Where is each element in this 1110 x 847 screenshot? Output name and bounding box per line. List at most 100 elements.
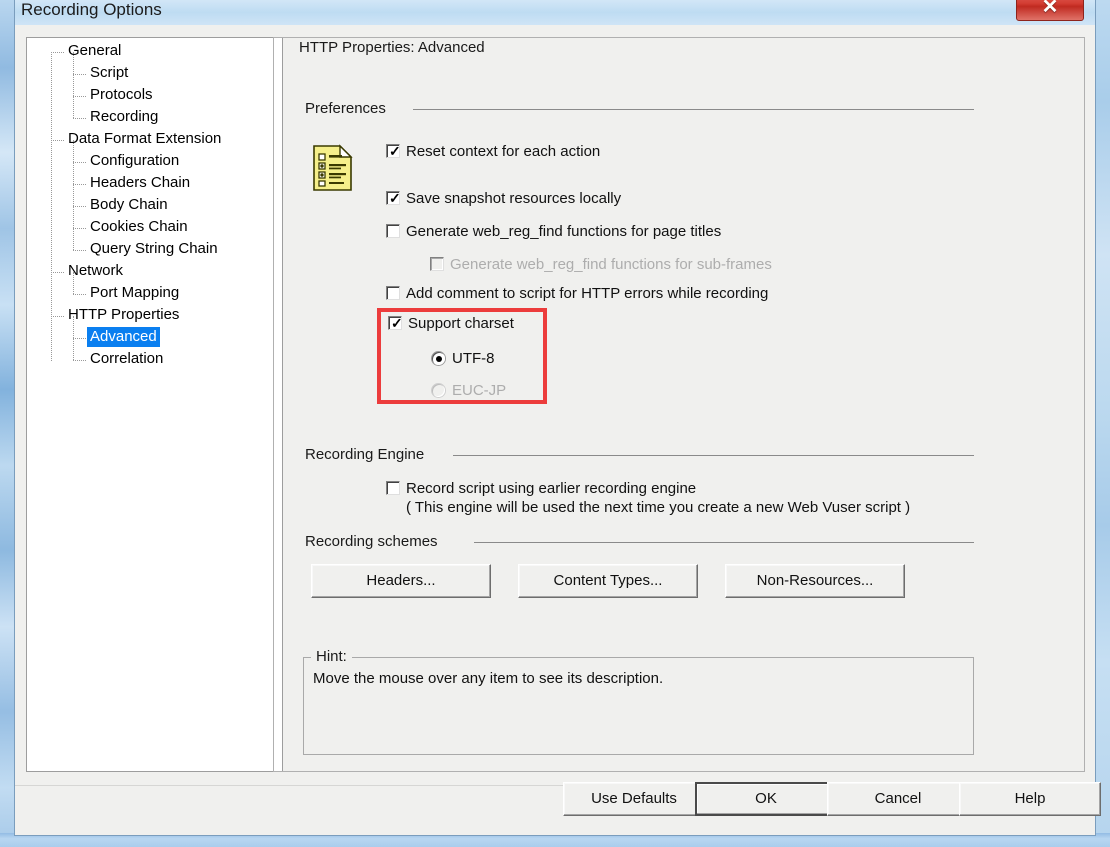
- checkbox-row-add-comment-http-errors[interactable]: Add comment to script for HTTP errors wh…: [386, 285, 768, 302]
- group-legend: HTTP Properties: Advanced: [294, 39, 490, 56]
- checkbox-generate-sub-frames: [430, 257, 444, 271]
- checkbox-row-generate-sub-frames: Generate web_reg_find functions for sub-…: [430, 256, 772, 273]
- recording-options-dialog: Recording Options ✕ General Script Protoco…: [14, 0, 1101, 836]
- checkbox-save-snapshot[interactable]: ✓: [386, 190, 401, 206]
- tree-branch-guide: [73, 338, 86, 339]
- tree-branch-guide: [73, 250, 86, 251]
- sidebar-item-network[interactable]: Network: [65, 261, 126, 281]
- sidebar-item-label: Query String Chain: [90, 240, 218, 257]
- tree-branch-guide: [73, 294, 86, 295]
- sidebar-item-http-properties[interactable]: HTTP Properties: [65, 305, 182, 325]
- tree-branch-guide: [73, 162, 86, 163]
- checkbox-label-earlier-engine: Record script using earlier recording en…: [406, 480, 697, 497]
- sidebar-item-label: Protocols: [90, 86, 153, 103]
- sidebar-item-label: Advanced: [90, 328, 157, 345]
- tree-branch-guide: [73, 184, 86, 185]
- tree-branch-guide: [73, 228, 86, 229]
- recording-schemes-rule: [474, 542, 974, 543]
- tree-branch-guide: [51, 52, 64, 53]
- tree-trunk-guide: [51, 52, 52, 361]
- recording-schemes-section-label: Recording schemes: [305, 533, 438, 550]
- checkbox-add-comment-http-errors[interactable]: [386, 286, 400, 300]
- non-resources-button[interactable]: Non-Resources...: [725, 564, 905, 598]
- sidebar-item-label: Port Mapping: [90, 284, 180, 301]
- tree-child-guide: [73, 206, 74, 228]
- checkbox-label-save-snapshot: Save snapshot resources locally: [406, 190, 622, 207]
- tree-child-guide: [73, 52, 74, 74]
- checkbox-row-earlier-engine[interactable]: Record script using earlier recording en…: [386, 480, 696, 497]
- check-mark-icon: ✓: [389, 190, 401, 206]
- checkbox-earlier-engine[interactable]: [386, 481, 400, 495]
- checkbox-label-generate-sub-frames: Generate web_reg_find functions for sub-…: [450, 256, 772, 273]
- sidebar-item-label: Headers Chain: [90, 174, 191, 191]
- tree-branch-guide: [73, 360, 86, 361]
- sidebar-item-label: Body Chain: [90, 196, 168, 213]
- recording-engine-rule: [453, 455, 974, 456]
- sidebar-item-advanced[interactable]: Advanced: [87, 327, 160, 347]
- background-left-strip: [0, 0, 14, 847]
- check-mark-icon: ✓: [389, 143, 401, 159]
- tree-child-guide: [73, 316, 74, 338]
- sidebar-item-label: Data Format Extension: [68, 130, 222, 147]
- sidebar-item-label: HTTP Properties: [68, 306, 180, 323]
- ok-button[interactable]: OK: [695, 782, 837, 816]
- preferences-rule: [413, 109, 974, 110]
- sidebar-item-body-chain[interactable]: Body Chain: [87, 195, 171, 215]
- tree-branch-guide: [51, 316, 64, 317]
- title-bar: Recording Options: [15, 0, 1095, 25]
- sidebar-item-query-string-chain[interactable]: Query String Chain: [87, 239, 221, 259]
- sidebar-item-script[interactable]: Script: [87, 63, 131, 83]
- sidebar-item-headers-chain[interactable]: Headers Chain: [87, 173, 193, 193]
- sidebar-item-configuration[interactable]: Configuration: [87, 151, 182, 171]
- checkbox-row-reset-context[interactable]: ✓ Reset context for each action: [386, 143, 600, 160]
- sidebar-item-correlation[interactable]: Correlation: [87, 349, 166, 369]
- settings-tree[interactable]: General Script Protocols Recording Data Form…: [26, 37, 283, 772]
- checkbox-reset-context[interactable]: ✓: [386, 143, 401, 159]
- checkbox-row-generate-page-titles[interactable]: Generate web_reg_find functions for page…: [386, 223, 721, 240]
- dialog-client-area: General Script Protocols Recording Data Form…: [15, 25, 1101, 835]
- tree-branch-guide: [73, 96, 86, 97]
- hint-legend: Hint:: [311, 648, 352, 665]
- sidebar-item-data-format-extension[interactable]: Data Format Extension: [65, 129, 224, 149]
- tree-child-guide: [73, 184, 74, 206]
- tree-branch-guide: [73, 206, 86, 207]
- document-options-icon: [312, 144, 353, 192]
- preferences-section-label: Preferences: [305, 100, 386, 117]
- tree-branch-guide: [51, 272, 64, 273]
- tree-branch-guide: [73, 74, 86, 75]
- use-defaults-button[interactable]: Use Defaults: [563, 782, 705, 816]
- content-types-button[interactable]: Content Types...: [518, 564, 698, 598]
- sidebar-item-protocols[interactable]: Protocols: [87, 85, 156, 105]
- charset-highlight-annotation: [377, 308, 547, 404]
- checkbox-generate-page-titles[interactable]: [386, 224, 400, 238]
- sidebar-item-recording[interactable]: Recording: [87, 107, 161, 127]
- sidebar-item-label: Network: [68, 262, 124, 279]
- tree-child-guide: [73, 140, 74, 162]
- help-button[interactable]: Help: [959, 782, 1101, 816]
- checkbox-label-generate-page-titles: Generate web_reg_find functions for page…: [406, 223, 722, 240]
- tree-child-guide: [73, 272, 74, 294]
- sidebar-item-label: General: [68, 42, 122, 59]
- tree-child-guide: [73, 96, 74, 118]
- tree-branch-guide: [51, 140, 64, 141]
- tree-branch-guide: [73, 118, 86, 119]
- checkbox-label-add-comment-http-errors: Add comment to script for HTTP errors wh…: [406, 285, 769, 302]
- sidebar-item-port-mapping[interactable]: Port Mapping: [87, 283, 182, 303]
- tree-child-guide: [73, 74, 74, 96]
- cancel-button[interactable]: Cancel: [827, 782, 969, 816]
- sidebar-item-label: Recording: [90, 108, 159, 125]
- sidebar-item-label: Correlation: [90, 350, 164, 367]
- recording-engine-note: ( This engine will be used the next time…: [406, 499, 911, 516]
- tree-child-guide: [73, 162, 74, 184]
- hint-text: Move the mouse over any item to see its …: [313, 670, 664, 687]
- checkbox-label-reset-context: Reset context for each action: [406, 143, 601, 160]
- sidebar-item-label: Script: [90, 64, 129, 81]
- sidebar-item-cookies-chain[interactable]: Cookies Chain: [87, 217, 191, 237]
- headers-button[interactable]: Headers...: [311, 564, 491, 598]
- checkbox-row-save-snapshot[interactable]: ✓ Save snapshot resources locally: [386, 190, 621, 207]
- sidebar-item-label: Configuration: [90, 152, 180, 169]
- recording-engine-section-label: Recording Engine: [305, 446, 425, 463]
- tree-child-guide: [73, 228, 74, 250]
- tree-child-guide: [73, 338, 74, 360]
- close-button[interactable]: ✕: [1016, 0, 1084, 21]
